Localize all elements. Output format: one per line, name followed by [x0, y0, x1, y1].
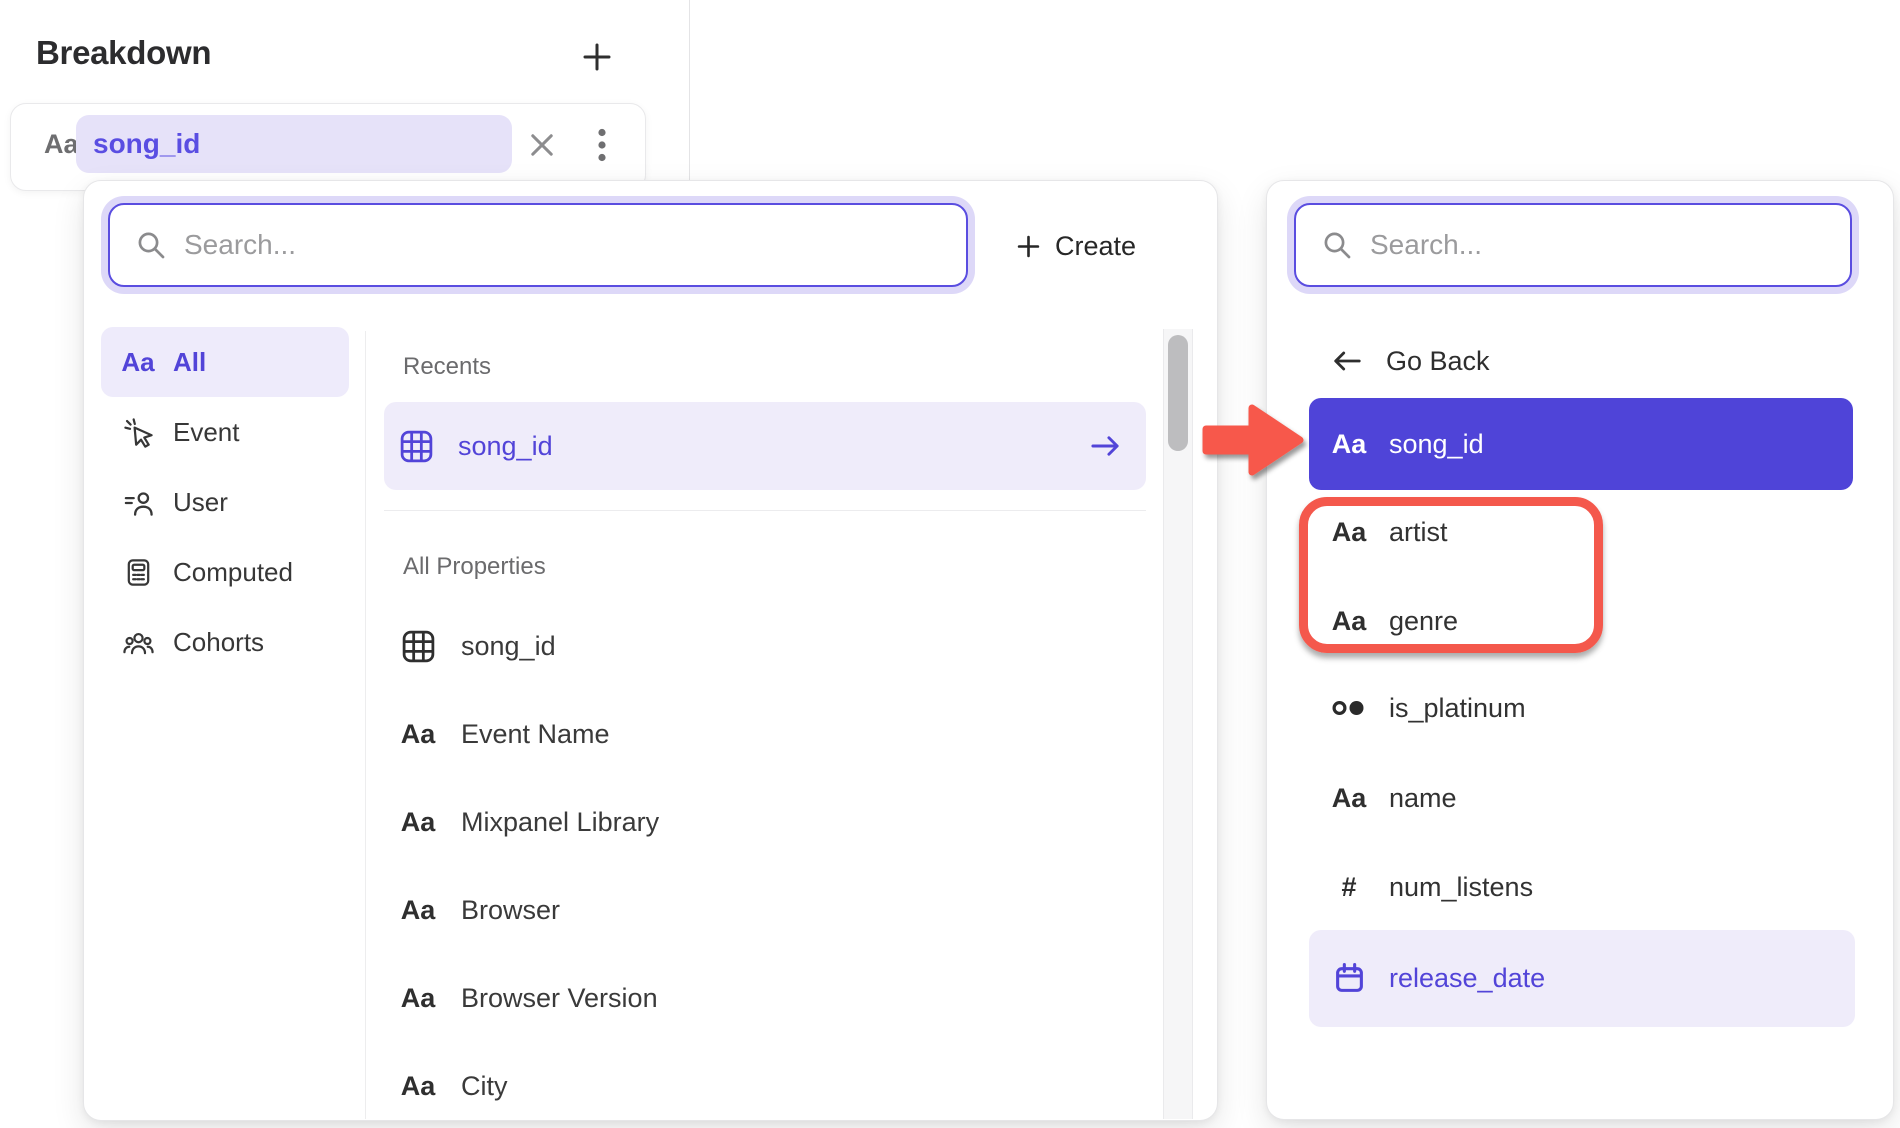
- field-row-is-platinum[interactable]: is_platinum: [1309, 664, 1853, 752]
- plus-icon: [1017, 235, 1040, 258]
- search-input[interactable]: [184, 215, 966, 275]
- people-group-icon: [120, 627, 156, 658]
- property-row-event-name[interactable]: Aa Event Name: [384, 690, 1146, 778]
- breakdown-title: Breakdown: [36, 34, 211, 72]
- drilldown-search[interactable]: [1294, 203, 1852, 287]
- kebab-menu-icon: [596, 128, 608, 162]
- category-cohorts[interactable]: Cohorts: [101, 607, 349, 677]
- create-property-button[interactable]: Create: [1017, 221, 1136, 271]
- grid-table-icon: [398, 428, 435, 465]
- breakdown-options-button[interactable]: [596, 128, 608, 162]
- user-icon: [120, 487, 156, 518]
- category-user[interactable]: User: [101, 467, 349, 537]
- search-input[interactable]: [1370, 215, 1850, 275]
- field-row-release-date[interactable]: release_date: [1309, 930, 1855, 1027]
- search-icon: [136, 230, 166, 260]
- text-type-icon: Aa: [398, 719, 438, 750]
- add-breakdown-button[interactable]: [580, 40, 614, 74]
- number-type-icon: #: [1329, 872, 1369, 903]
- field-row-name[interactable]: Aa name: [1309, 754, 1853, 842]
- go-back-button[interactable]: Go Back: [1309, 331, 1709, 391]
- field-row-artist[interactable]: Aa artist: [1309, 488, 1853, 576]
- breakdown-chip[interactable]: Aa song_id: [10, 103, 646, 191]
- text-type-icon: Aa: [1329, 517, 1369, 548]
- property-type-icon: Aa: [44, 104, 79, 184]
- text-type-icon: Aa: [398, 895, 438, 926]
- scrollbar-track[interactable]: [1163, 329, 1193, 1119]
- category-computed[interactable]: Computed: [101, 537, 349, 607]
- text-type-icon: Aa: [1329, 429, 1369, 460]
- text-type-icon: Aa: [398, 983, 438, 1014]
- category-sidebar: Aa All Event: [101, 327, 353, 677]
- all-properties-header: All Properties: [403, 553, 546, 581]
- cursor-click-icon: [120, 417, 156, 448]
- text-type-icon: Aa: [120, 347, 156, 378]
- category-all[interactable]: Aa All: [101, 327, 349, 397]
- property-drilldown-panel: Go Back Aa song_id Aa artist Aa genre is…: [1266, 180, 1894, 1120]
- calculator-icon: [120, 557, 156, 588]
- field-row-genre[interactable]: Aa genre: [1309, 577, 1853, 665]
- breakdown-property-value: song_id: [93, 128, 200, 160]
- calendar-icon: [1329, 962, 1369, 995]
- boolean-type-icon: [1329, 693, 1369, 723]
- arrow-left-icon: [1331, 349, 1363, 373]
- property-row-browser[interactable]: Aa Browser: [384, 866, 1146, 954]
- property-search[interactable]: [108, 203, 968, 287]
- property-picker-panel: Create Aa All Event: [83, 180, 1218, 1121]
- scrollbar-thumb[interactable]: [1168, 335, 1188, 451]
- property-row-song-id[interactable]: song_id: [384, 602, 1146, 690]
- screen: Breakdown Aa song_id: [0, 0, 1900, 1128]
- field-row-num-listens[interactable]: # num_listens: [1309, 843, 1853, 931]
- panel-divider-line: [689, 0, 690, 181]
- property-list: song_id Aa Event Name Aa Mixpanel Librar…: [384, 602, 1146, 1128]
- property-row-mixpanel-library[interactable]: Aa Mixpanel Library: [384, 778, 1146, 866]
- remove-breakdown-button[interactable]: [529, 132, 555, 158]
- text-type-icon: Aa: [1329, 783, 1369, 814]
- search-icon: [1322, 230, 1352, 260]
- category-event[interactable]: Event: [101, 397, 349, 467]
- sidebar-divider: [365, 331, 366, 1119]
- text-type-icon: Aa: [398, 807, 438, 838]
- create-label: Create: [1055, 231, 1136, 262]
- text-type-icon: Aa: [1329, 606, 1369, 637]
- plus-icon: [582, 42, 612, 72]
- recents-header: Recents: [403, 353, 491, 381]
- recent-property-song-id[interactable]: song_id: [384, 402, 1146, 490]
- grid-table-icon: [398, 628, 438, 665]
- property-row-browser-version[interactable]: Aa Browser Version: [384, 954, 1146, 1042]
- arrow-right-icon: [1089, 434, 1122, 458]
- close-icon: [529, 132, 555, 158]
- breakdown-property-pill[interactable]: song_id: [76, 115, 512, 173]
- field-row-song-id[interactable]: Aa song_id: [1309, 398, 1853, 490]
- property-row-city[interactable]: Aa City: [384, 1042, 1146, 1128]
- text-type-icon: Aa: [398, 1071, 438, 1102]
- section-divider: [384, 510, 1146, 511]
